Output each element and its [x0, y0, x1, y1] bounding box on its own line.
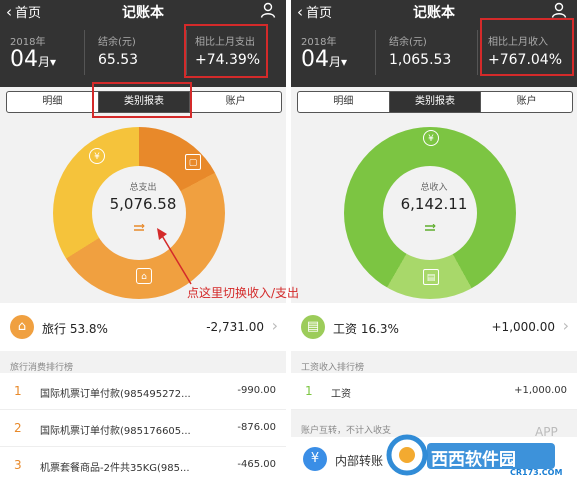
- month-selector[interactable]: 04月▾: [10, 47, 56, 72]
- month-value: 04: [10, 47, 38, 72]
- total-label: 总支出: [129, 183, 157, 193]
- rank-number: 1: [305, 384, 313, 398]
- section-title: 账户互转，不计入收支: [301, 426, 392, 436]
- transfer-name: 内部转账: [335, 454, 384, 468]
- category-detail-row[interactable]: ⌂ 旅行 53.8% -2,731.00 ›: [0, 303, 286, 351]
- switch-icon[interactable]: [424, 224, 436, 232]
- user-icon[interactable]: [260, 2, 276, 18]
- user-icon[interactable]: [551, 2, 567, 18]
- month-value: 04: [301, 47, 329, 72]
- switch-icon[interactable]: [133, 224, 145, 232]
- balance-label: 结余(元): [389, 37, 427, 48]
- category-label: 工资 16.3%: [333, 322, 399, 336]
- highlight-box: [92, 82, 192, 118]
- category-detail-row[interactable]: ▤ 工资 16.3% +1,000.00 ›: [291, 303, 577, 351]
- watermark-brand: 西西软件园: [431, 450, 516, 470]
- briefcase-icon: ▤: [301, 315, 325, 339]
- list-item[interactable]: 2 国际机票订单付款(985176605... -876.00: [0, 410, 286, 447]
- category-amount: -2,731.00: [206, 320, 264, 334]
- page-title: 记账本: [122, 5, 164, 21]
- rank-number: 2: [14, 421, 22, 435]
- rank-number: 3: [14, 458, 22, 472]
- tab-detail[interactable]: 明细: [7, 92, 98, 112]
- list-item[interactable]: 1 工资 +1,000.00: [291, 373, 577, 410]
- briefcase-icon: ▤: [423, 269, 439, 285]
- rank-name: 工资: [331, 389, 351, 400]
- rank-name: 国际机票订单付款(985495272...: [40, 389, 191, 400]
- rank-title: 旅行消费排行榜: [10, 363, 74, 373]
- rank-number: 1: [14, 384, 22, 398]
- expense-screen: ‹ 首页 记账本 2018年 04月▾ 结余(元) 65.53 相比上月支出 +7…: [0, 0, 286, 482]
- rank-list: 1 工资 +1,000.00: [291, 373, 577, 410]
- bag-icon: ▢: [185, 154, 201, 170]
- total-label: 总收入: [420, 183, 448, 193]
- highlight-box: [184, 24, 268, 78]
- tab-detail[interactable]: 明细: [298, 92, 389, 112]
- year-label: 2018年: [10, 37, 46, 48]
- balance-value: 1,065.53: [389, 52, 452, 68]
- tab-account[interactable]: 账户: [189, 92, 281, 112]
- year-label: 2018年: [301, 37, 337, 48]
- watermark-url: CR173.COM: [510, 468, 563, 477]
- rank-amount: +1,000.00: [514, 385, 567, 396]
- month-selector[interactable]: 04月▾: [301, 47, 347, 72]
- lock-icon: ⌂: [10, 315, 34, 339]
- tab-category-report[interactable]: 类别报表: [388, 92, 481, 112]
- watermark: 西西软件园 CR173.COM APP: [385, 425, 575, 480]
- separator: [84, 30, 85, 75]
- total-value: 5,076.58: [109, 195, 177, 213]
- income-screen: ‹ 首页 记账本 2018年 04月▾ 结余(元) 1,065.53 相比上月收入…: [291, 0, 577, 482]
- total-value: 6,142.11: [400, 195, 468, 213]
- rank-name: 机票套餐商品-2件共35KG(985...: [40, 463, 190, 474]
- rank-amount: -876.00: [237, 422, 276, 433]
- list-item[interactable]: 1 国际机票订单付款(985495272... -990.00: [0, 373, 286, 410]
- highlight-box: [480, 18, 574, 76]
- rank-title: 工资收入排行榜: [301, 363, 365, 373]
- money-icon: ¥: [89, 148, 105, 164]
- balance-value: 65.53: [98, 52, 139, 68]
- balance-label: 结余(元): [98, 37, 136, 48]
- separator: [375, 30, 376, 75]
- month-suffix: 月▾: [329, 55, 348, 69]
- ring-chart-area: ¥ ▢ ⌂ 总支出 5,076.58: [0, 113, 286, 305]
- rank-list: 1 国际机票订单付款(985495272... -990.00 2 国际机票订单…: [0, 373, 286, 482]
- rank-amount: -990.00: [237, 385, 276, 396]
- rank-amount: -465.00: [237, 459, 276, 470]
- tab-account[interactable]: 账户: [480, 92, 572, 112]
- rank-name: 国际机票订单付款(985176605...: [40, 426, 191, 437]
- list-item[interactable]: 3 机票套餐商品-2件共35KG(985... -465.00: [0, 447, 286, 482]
- month-suffix: 月▾: [38, 55, 57, 69]
- category-amount: +1,000.00: [491, 320, 556, 334]
- tab-bar: 明细 类别报表 账户: [297, 91, 573, 113]
- lock-icon: ⌂: [136, 268, 152, 284]
- separator: [477, 30, 478, 75]
- ring-chart-area: ¥ ▤ 总收入 6,142.11: [291, 113, 577, 305]
- annotation-arrow: [157, 228, 192, 285]
- transfer-icon: ¥: [303, 447, 327, 471]
- chevron-right-icon: ›: [271, 316, 278, 335]
- money-icon: ¥: [423, 130, 439, 146]
- chevron-right-icon: ›: [562, 316, 569, 335]
- category-label: 旅行 53.8%: [42, 322, 108, 336]
- annotation-text: 点这里切换收入/支出: [187, 286, 300, 300]
- watermark-badge: APP: [535, 425, 558, 439]
